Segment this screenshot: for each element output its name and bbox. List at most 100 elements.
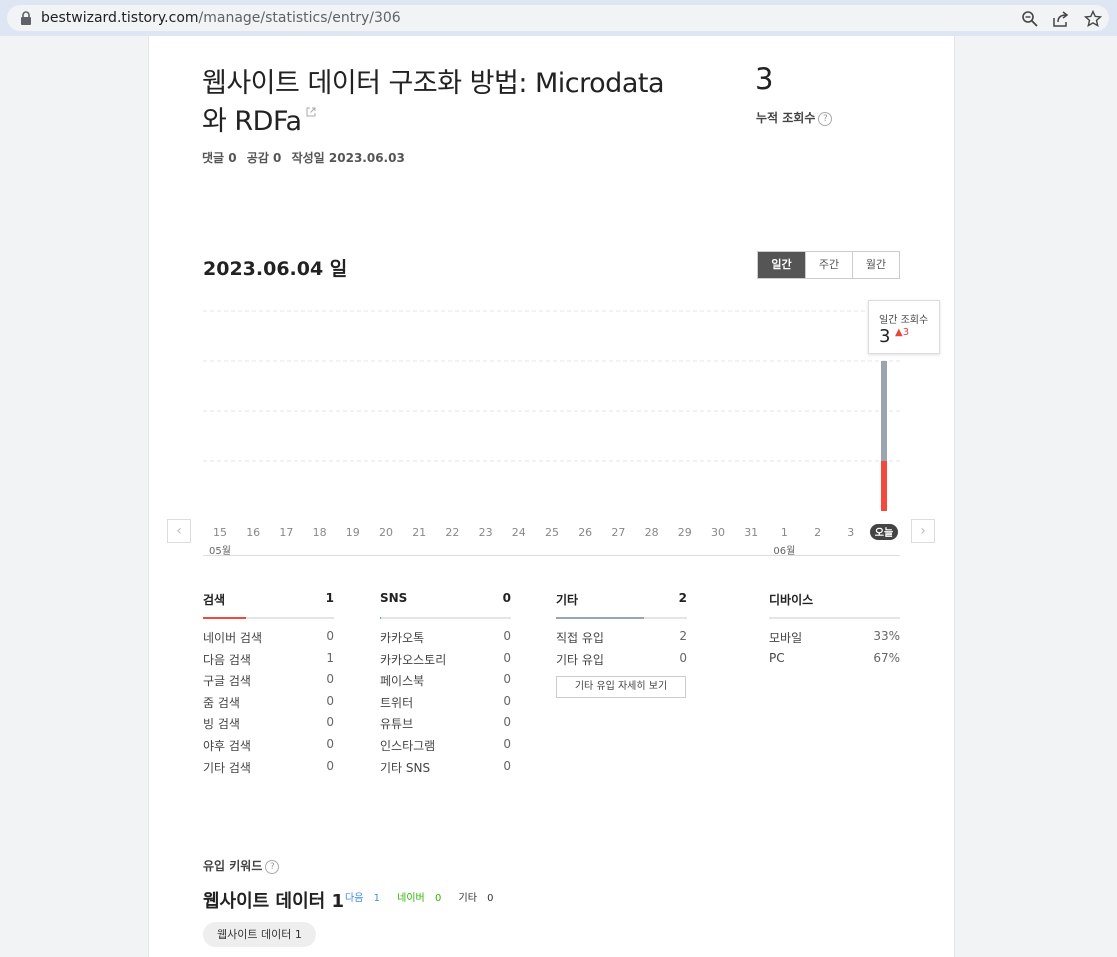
sns-title: SNS	[380, 591, 408, 605]
address-bar[interactable]: bestwizard.tistory.com/manage/statistics…	[7, 5, 1109, 31]
tab-daily[interactable]: 일간	[758, 252, 805, 278]
other-row-value: 0	[679, 650, 687, 665]
total-views-text: 누적 조회수	[756, 111, 816, 125]
x-tick-label[interactable]: 16	[246, 526, 260, 539]
url-host: bestwizard.tistory.com	[41, 10, 199, 26]
search-row-value: 0	[326, 693, 334, 708]
search-title: 검색	[203, 593, 226, 607]
other-share-fill	[556, 617, 644, 619]
x-tick-label[interactable]: 28	[645, 526, 659, 539]
share-icon[interactable]	[1052, 10, 1070, 28]
x-tick-label[interactable]: 15	[213, 526, 227, 539]
device-stats: 디바이스 모바일 33% PC 67%	[769, 591, 900, 672]
tab-weekly[interactable]: 주간	[805, 252, 852, 278]
keyword-etc-count: 0	[487, 893, 494, 904]
sns-row-label: 기타 SNS	[380, 760, 431, 775]
search-row-label: 기타 검색	[203, 760, 251, 775]
star-icon[interactable]	[1084, 10, 1102, 28]
search-row-label: 줌 검색	[203, 695, 240, 710]
x-tick-label[interactable]: 26	[578, 526, 592, 539]
x-tick-label[interactable]: 29	[678, 526, 692, 539]
device-row-label: 모바일	[769, 631, 803, 645]
bar-segment[interactable]	[881, 361, 887, 461]
x-tick-label[interactable]: 27	[611, 526, 625, 539]
zoom-icon[interactable]	[1021, 10, 1039, 28]
search-row-label: 야후 검색	[203, 738, 251, 753]
external-link-icon[interactable]	[306, 107, 316, 117]
search-row: 야후 검색 0	[203, 737, 334, 759]
other-detail-button[interactable]: 기타 유입 자세히 보기	[556, 676, 686, 699]
search-row-label: 네이버 검색	[203, 631, 263, 645]
keyword-naver: 네이버 0	[397, 893, 448, 904]
x-tick-label[interactable]: 25	[545, 526, 559, 539]
help-icon[interactable]: ?	[265, 859, 280, 874]
bar-segment[interactable]	[881, 461, 887, 511]
x-tick-label[interactable]: 22	[445, 526, 459, 539]
search-rows: 네이버 검색 0 다음 검색 1 구글 검색 0 줌 검색 0 빙 검색 0 야후 검색 0 기타 검색…	[203, 629, 334, 780]
x-tick-label[interactable]: 오늘	[875, 527, 893, 539]
sns-row: 인스타그램 0	[380, 737, 511, 759]
sns-row-label: 카카오톡	[380, 631, 425, 645]
other-rows: 직접 유입 2 기타 유입 0	[556, 629, 687, 672]
sns-row: 페이스북 0	[380, 672, 511, 694]
sns-row-value: 0	[503, 736, 511, 751]
other-row-value: 2	[679, 629, 687, 643]
other-header: 기타 2	[556, 591, 687, 617]
x-tick-label[interactable]: 1	[781, 526, 788, 539]
url-path: /manage/statistics/entry/306	[198, 10, 401, 26]
search-row: 다음 검색 1	[203, 651, 334, 673]
search-row: 빙 검색 0	[203, 715, 334, 737]
tab-monthly[interactable]: 월간	[852, 252, 899, 278]
keyword-label: 유입 키워드?	[203, 857, 280, 874]
total-views-value: 3	[755, 62, 774, 96]
comment-count: 댓글 0	[202, 151, 237, 165]
other-row-label: 기타 유입	[556, 652, 604, 667]
search-count: 1	[325, 591, 334, 605]
x-tick-label[interactable]: 20	[379, 526, 393, 539]
x-tick-label[interactable]: 3	[847, 526, 854, 539]
chart-next-button[interactable]: ›	[911, 519, 935, 543]
other-count: 2	[678, 591, 687, 605]
x-tick-label[interactable]: 31	[744, 526, 758, 539]
x-tick-label[interactable]: 18	[313, 526, 327, 539]
chevron-right-icon: ›	[920, 523, 926, 539]
device-row: PC 67%	[769, 651, 900, 673]
keyword-naver-count: 0	[434, 893, 442, 904]
search-row-value: 0	[326, 758, 334, 773]
search-row-label: 구글 검색	[203, 674, 251, 689]
keyword-title: 웹사이트 데이터 1	[203, 891, 344, 912]
help-icon[interactable]: ?	[818, 111, 833, 126]
keyword-naver-label: 네이버	[397, 893, 425, 904]
search-share-fill	[203, 617, 247, 619]
search-row-value: 0	[326, 715, 334, 730]
device-title: 디바이스	[769, 593, 814, 607]
post-title: 웹사이트 데이터 구조화 방법: Microdata 와 RDFa	[202, 65, 692, 141]
x-tick-label[interactable]: 21	[412, 526, 426, 539]
statistics-card: 웹사이트 데이터 구조화 방법: Microdata 와 RDFa 댓글 0 공…	[148, 36, 955, 957]
other-share-bar	[556, 617, 687, 619]
other-row: 직접 유입 2	[556, 629, 687, 651]
chart-date: 2023.06.04 일	[203, 258, 348, 280]
sns-row: 카카오스토리 0	[380, 651, 511, 673]
search-row-value: 0	[326, 672, 334, 687]
created-date: 작성일 2023.06.03	[291, 151, 405, 165]
keyword-label-text: 유입 키워드	[203, 859, 263, 873]
x-tick-label[interactable]: 24	[512, 526, 526, 539]
sns-row-value: 0	[503, 672, 511, 687]
other-row-label: 직접 유입	[556, 631, 604, 645]
search-row: 구글 검색 0	[203, 672, 334, 694]
lock-icon	[21, 11, 31, 25]
sns-count: 0	[502, 591, 511, 605]
x-tick-label[interactable]: 17	[279, 526, 293, 539]
post-title-line1: 웹사이트 데이터 구조화 방법: Microdata	[202, 68, 665, 99]
x-tick-label[interactable]: 30	[711, 526, 725, 539]
tooltip-label: 일간 조회수	[879, 315, 929, 326]
x-tick-label[interactable]: 2	[814, 526, 821, 539]
search-header: 검색 1	[203, 591, 334, 617]
x-tick-label[interactable]: 19	[346, 526, 360, 539]
sns-row: 카카오톡 0	[380, 629, 511, 651]
x-tick-label[interactable]: 23	[479, 526, 493, 539]
chart-prev-button[interactable]: ‹	[167, 519, 191, 543]
search-share-bar	[203, 617, 334, 619]
keyword-chip[interactable]: 웹사이트 데이터 1	[203, 922, 316, 947]
